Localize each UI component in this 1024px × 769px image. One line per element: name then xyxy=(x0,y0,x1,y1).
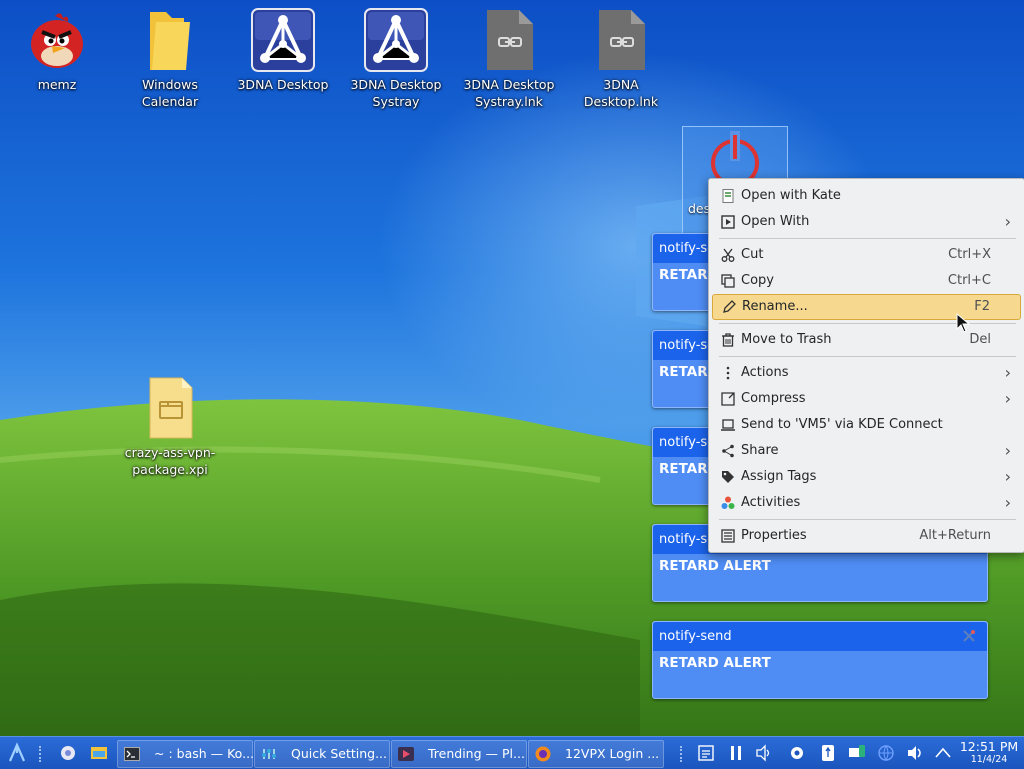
desktop-icon-label: 3DNA Desktop.lnk xyxy=(583,77,659,109)
open-with-icon xyxy=(721,215,735,229)
menu-item-compress[interactable]: Compress › xyxy=(712,386,1021,412)
task-quick-settings[interactable]: Quick Setting... xyxy=(254,740,390,768)
speaker-icon[interactable] xyxy=(906,744,924,762)
desktop-icon-label: 3DNA Desktop Systray.lnk xyxy=(463,77,555,109)
menu-item-assign-tags[interactable]: Assign Tags › xyxy=(712,464,1021,490)
menu-item-actions[interactable]: Actions › xyxy=(712,360,1021,386)
file-manager-icon[interactable] xyxy=(89,739,109,767)
more-vertical-icon xyxy=(726,366,730,380)
desktop-icon-label: crazy-ass-vpn-package.xpi xyxy=(124,445,216,477)
desktop-icon-label: memz xyxy=(37,77,77,92)
tag-icon xyxy=(722,471,734,483)
desktop-icon-3dna-desktop-systray-lnk[interactable]: 3DNA Desktop Systray.lnk xyxy=(455,2,563,110)
clock-time: 12:51 PM xyxy=(959,739,1019,754)
folder-icon xyxy=(138,8,202,72)
menu-separator xyxy=(719,356,1016,357)
notification-body: RETARD ALERT xyxy=(659,655,771,671)
desktop-icon-windows-calendar[interactable]: Windows Calendar xyxy=(116,2,224,110)
desktop-icon-label: 3DNA Desktop xyxy=(237,77,329,92)
desktop-icon-3dna-desktop[interactable]: 3DNA Desktop xyxy=(229,2,337,93)
angry-bird-icon xyxy=(25,8,89,72)
clipboard-icon[interactable] xyxy=(697,744,715,762)
shortcut-label: Alt+Return xyxy=(919,528,991,543)
desktop-icon-label: 3DNA Desktop Systray xyxy=(350,77,442,109)
settings-gear-icon[interactable] xyxy=(788,744,806,762)
trash-icon xyxy=(722,333,734,347)
kde-connect-icon[interactable] xyxy=(848,744,866,762)
panel-separator xyxy=(39,746,43,762)
settings-icon xyxy=(262,749,276,759)
menu-item-move-to-trash[interactable]: Move to Trash Del xyxy=(712,327,1021,353)
panel-separator xyxy=(680,746,684,762)
menu-item-rename[interactable]: Rename... F2 xyxy=(712,294,1021,320)
kate-icon xyxy=(722,189,734,203)
menu-item-copy[interactable]: Copy Ctrl+C xyxy=(712,268,1021,294)
app-launcher-icon[interactable] xyxy=(6,739,28,767)
chevron-right-icon: › xyxy=(1004,441,1011,460)
close-icon[interactable] xyxy=(961,628,977,644)
network-icon[interactable] xyxy=(877,744,895,762)
video-player-icon xyxy=(398,747,414,761)
3dna-app-icon xyxy=(251,8,315,72)
menu-item-open-with[interactable]: Open With › xyxy=(712,209,1021,235)
desktop-icon-label: Windows Calendar xyxy=(141,77,199,109)
shortcut-label: Ctrl+C xyxy=(947,273,991,288)
menu-separator xyxy=(719,519,1016,520)
menu-item-activities[interactable]: Activities › xyxy=(712,490,1021,516)
chevron-right-icon: › xyxy=(1004,493,1011,512)
desktop-icon-3dna-desktop-lnk[interactable]: 3DNA Desktop.lnk xyxy=(567,2,675,110)
desktop-icon-memz[interactable]: memz xyxy=(3,2,111,93)
laptop-icon xyxy=(721,419,735,431)
context-menu: Open with Kate Open With › Cut Ctrl+X Co… xyxy=(708,178,1024,553)
share-icon xyxy=(722,444,734,458)
shortcut-label: Ctrl+X xyxy=(948,247,991,262)
menu-item-open-with-kate[interactable]: Open with Kate xyxy=(712,183,1021,209)
taskbar: ~ : bash — Ko... Quick Setting... Trendi… xyxy=(0,736,1024,769)
chevron-right-icon: › xyxy=(1004,212,1011,231)
3dna-app-icon xyxy=(364,8,428,72)
clock[interactable]: 12:51 PM 11/4/24 xyxy=(956,740,1022,766)
task-trending-player[interactable]: Trending — Pl... xyxy=(391,740,527,768)
volume-icon[interactable] xyxy=(755,744,773,762)
shortcut-label: Del xyxy=(969,332,991,347)
pencil-icon xyxy=(723,300,736,313)
chevron-right-icon: › xyxy=(1004,389,1011,408)
notification-popup[interactable]: notify-send RETARD ALERT xyxy=(652,621,988,699)
link-file-icon xyxy=(477,8,541,72)
desktop-icon-vpn-package[interactable]: crazy-ass-vpn-package.xpi xyxy=(116,370,224,478)
compress-icon xyxy=(721,392,735,406)
firefox-icon xyxy=(535,746,551,762)
properties-icon xyxy=(721,529,735,543)
clock-date: 11/4/24 xyxy=(970,754,1008,765)
desktop-icon-3dna-desktop-systray[interactable]: 3DNA Desktop Systray xyxy=(342,2,450,110)
activities-icon xyxy=(721,496,735,509)
copy-icon xyxy=(721,274,735,288)
archive-file-icon xyxy=(138,376,202,440)
browser-launcher-icon[interactable] xyxy=(58,739,78,767)
notification-app-name: notify-send xyxy=(659,629,732,644)
chevron-right-icon: › xyxy=(1004,363,1011,382)
link-file-icon xyxy=(589,8,653,72)
shortcut-label: F2 xyxy=(974,299,990,314)
menu-item-share[interactable]: Share › xyxy=(712,438,1021,464)
notification-body: RETARD ALERT xyxy=(659,558,771,574)
scissors-icon xyxy=(721,248,735,262)
task-firefox-login[interactable]: 12VPX Login ... xyxy=(528,740,664,768)
mouse-cursor-icon xyxy=(956,313,970,333)
usb-device-icon[interactable] xyxy=(819,744,837,762)
menu-item-cut[interactable]: Cut Ctrl+X xyxy=(712,242,1021,268)
menu-separator xyxy=(719,323,1016,324)
menu-item-properties[interactable]: Properties Alt+Return xyxy=(712,523,1021,549)
task-bash-konsole[interactable]: ~ : bash — Ko... xyxy=(117,740,254,768)
menu-separator xyxy=(719,238,1016,239)
terminal-icon xyxy=(124,747,140,761)
menu-item-send-via-kde-connect[interactable]: Send to 'VM5' via KDE Connect xyxy=(712,412,1021,438)
chevron-right-icon: › xyxy=(1004,467,1011,486)
chevron-up-icon[interactable] xyxy=(934,744,952,762)
pause-icon[interactable] xyxy=(727,744,745,762)
